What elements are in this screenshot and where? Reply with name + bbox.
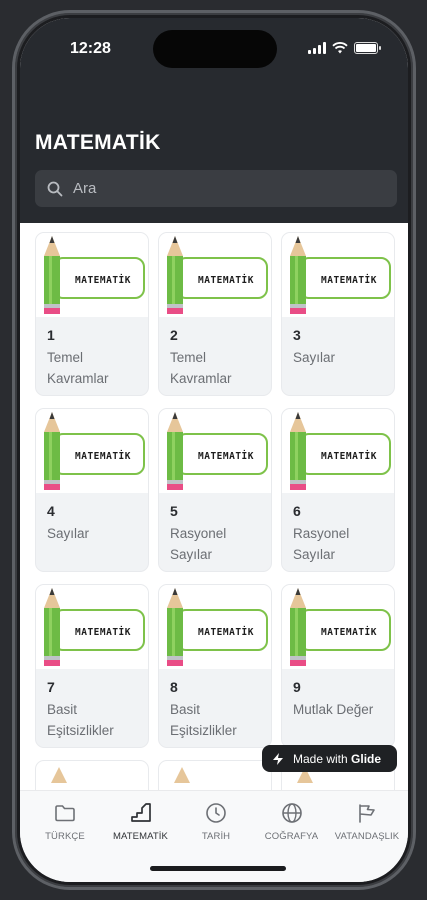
svg-text:MATEMATİK: MATEMATİK [321, 451, 377, 462]
bolt-icon [273, 752, 283, 765]
topic-card[interactable]: MATEMATİK 5 Rasyonel Sayılar [158, 408, 272, 572]
svg-text:MATEMATİK: MATEMATİK [198, 451, 254, 462]
card-number: 5 [170, 503, 178, 519]
card-title: Mutlak Değer [293, 702, 374, 717]
card-number: 1 [47, 327, 55, 343]
badge-text: Made with Glide [293, 752, 381, 766]
card-title: Sayılar [47, 526, 90, 541]
svg-text:MATEMATİK: MATEMATİK [75, 275, 131, 286]
battery-icon [354, 42, 381, 54]
svg-text:MATEMATİK: MATEMATİK [198, 627, 254, 638]
card-number: 4 [47, 503, 55, 519]
topic-card[interactable]: MATEMATİK 1 Temel Kavramlar [35, 232, 149, 396]
pencil-label-icon: MATEMATİK [44, 412, 145, 490]
card-number: 8 [170, 679, 178, 695]
card-title: Basit Eşitsizlikler [170, 702, 237, 738]
card-number: 2 [170, 327, 178, 343]
tab-cografya[interactable]: COĞRAFYA [257, 801, 327, 842]
flag-icon [359, 804, 375, 823]
card-image: MATEMATİK [282, 233, 394, 317]
pencil-label-icon: MATEMATİK [167, 236, 268, 314]
badge-brand: Glide [351, 751, 382, 766]
pencil-label-icon: MATEMATİK [290, 588, 391, 666]
page-title: MATEMATİK [35, 131, 161, 154]
stairs-icon [130, 803, 151, 822]
svg-text:MATEMATİK: MATEMATİK [75, 627, 131, 638]
card-number: 9 [293, 679, 301, 695]
card-title: Basit Eşitsizlikler [47, 702, 114, 738]
topic-card[interactable]: MATEMATİK 8 Basit Eşitsizlikler [158, 584, 272, 748]
card-image: MATEMATİK [159, 233, 271, 317]
card-number: 7 [47, 679, 55, 695]
card-title: Rasyonel Sayılar [170, 526, 227, 562]
tab-label: TARİH [201, 831, 231, 842]
topic-card[interactable]: MATEMATİK 2 Temel Kavramlar [158, 232, 272, 396]
cellular-signal-icon [308, 42, 326, 54]
topic-card[interactable]: MATEMATİK 4 Sayılar [35, 408, 149, 572]
svg-text:MATEMATİK: MATEMATİK [321, 275, 377, 286]
clock-icon [206, 803, 226, 823]
pencil-label-icon: MATEMATİK [167, 412, 268, 490]
tab-label: COĞRAFYA [264, 831, 319, 842]
tab-label: TÜRKÇE [45, 831, 85, 842]
tab-vatandaslik[interactable]: VATANDAŞLIK [332, 801, 402, 842]
search-input[interactable] [73, 180, 373, 197]
status-icons [308, 42, 381, 54]
tab-turkce[interactable]: TÜRKÇE [30, 801, 100, 842]
made-with-glide-badge[interactable]: Made with Glide [262, 745, 397, 772]
topic-card[interactable]: MATEMATİK 3 Sayılar [281, 232, 395, 396]
status-time: 12:28 [70, 40, 111, 57]
topic-grid: MATEMATİK 1 Temel Kavramlar MATEMATİK 2 … [35, 232, 397, 748]
badge-prefix: Made with [293, 751, 348, 766]
card-image: MATEMATİK [36, 409, 148, 493]
pencil-label-icon: MATEMATİK [44, 236, 145, 314]
app-screen: 12:28 MATEMATİK MATEMAT [20, 18, 408, 882]
card-image: MATEMATİK [36, 585, 148, 669]
topic-card[interactable]: MATEMATİK 6 Rasyonel Sayılar [281, 408, 395, 572]
card-image: MATEMATİK [282, 409, 394, 493]
pencil-label-icon: MATEMATİK [44, 588, 145, 666]
pencil-label-icon: MATEMATİK [290, 412, 391, 490]
topic-card[interactable]: MATEMATİK 7 Basit Eşitsizlikler [35, 584, 149, 748]
svg-text:MATEMATİK: MATEMATİK [75, 451, 131, 462]
pencil-label-icon: MATEMATİK [167, 588, 268, 666]
card-image: MATEMATİK [36, 233, 148, 317]
card-image: MATEMATİK [159, 585, 271, 669]
card-title: Temel Kavramlar [170, 350, 232, 386]
dynamic-island [153, 30, 277, 68]
svg-text:MATEMATİK: MATEMATİK [198, 275, 254, 286]
pencil-tip [51, 767, 67, 783]
pencil-tip [174, 767, 190, 783]
svg-text:MATEMATİK: MATEMATİK [321, 627, 377, 638]
card-number: 3 [293, 327, 301, 343]
card-number: 6 [293, 503, 301, 519]
app-header: 12:28 MATEMATİK [20, 18, 408, 223]
tab-label: MATEMATİK [113, 831, 168, 842]
card-image: MATEMATİK [159, 409, 271, 493]
search-bar[interactable] [35, 170, 397, 207]
card-image: MATEMATİK [282, 585, 394, 669]
card-title: Sayılar [293, 350, 336, 365]
card-title: Rasyonel Sayılar [293, 526, 350, 562]
tab-tarih[interactable]: TARİH [181, 801, 251, 842]
wifi-icon [332, 42, 348, 54]
folder-icon [55, 805, 75, 822]
pencil-label-icon: MATEMATİK [290, 236, 391, 314]
home-indicator [150, 866, 286, 871]
topic-card[interactable]: MATEMATİK 9 Mutlak Değer [281, 584, 395, 748]
card-title: Temel Kavramlar [47, 350, 109, 386]
tab-label: VATANDAŞLIK [334, 831, 400, 842]
search-icon [47, 181, 63, 196]
globe-icon [281, 803, 302, 823]
tab-matematik[interactable]: MATEMATİK [106, 801, 176, 842]
